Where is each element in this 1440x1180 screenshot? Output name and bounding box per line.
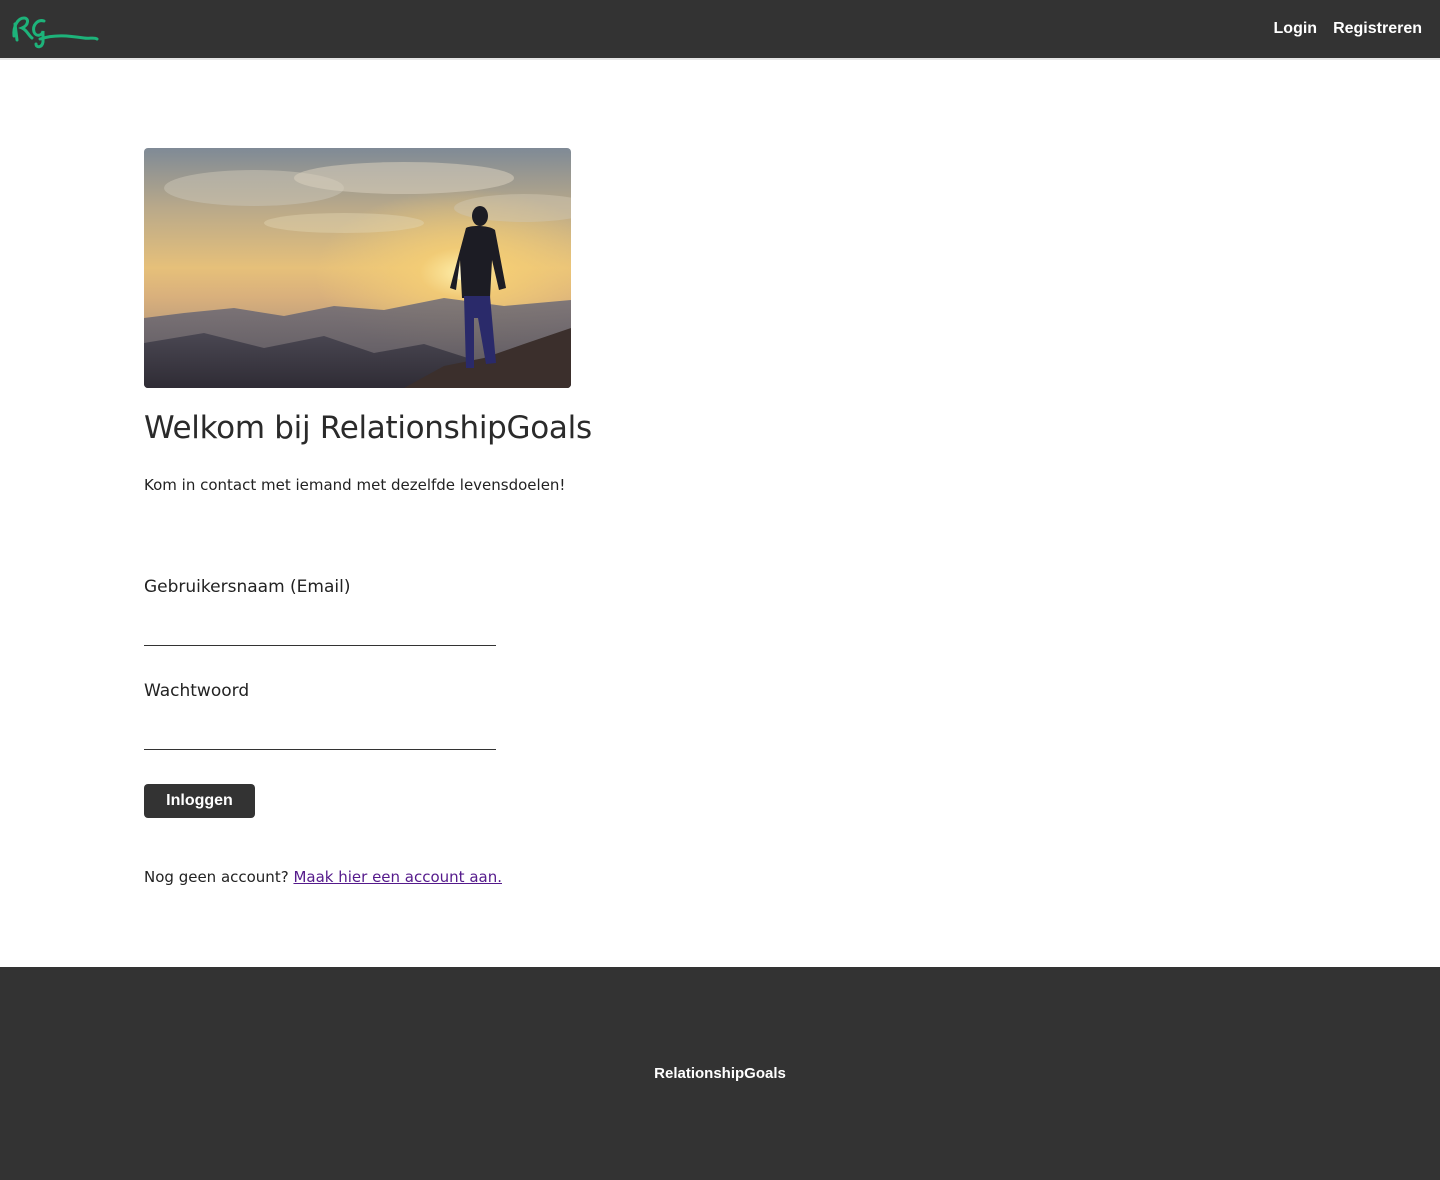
signup-prompt: Nog geen account? Maak hier een account …: [144, 868, 744, 886]
hero-image: [144, 148, 571, 388]
sunset-silhouette-illustration: [144, 148, 571, 388]
username-input[interactable]: [144, 616, 496, 646]
login-button[interactable]: Inloggen: [144, 784, 255, 818]
username-label: Gebruikersnaam (Email): [144, 577, 351, 597]
page-footer: RelationshipGoals: [0, 967, 1440, 1180]
password-input[interactable]: [144, 720, 496, 750]
page-title: Welkom bij RelationshipGoals: [144, 410, 592, 446]
relationshipgoals-logo[interactable]: [10, 12, 100, 50]
signup-prompt-text: Nog geen account?: [144, 868, 289, 886]
top-navbar: Login Registreren: [0, 0, 1440, 60]
page-subtitle: Kom in contact met iemand met dezelfde l…: [144, 476, 566, 494]
create-account-link[interactable]: Maak hier een account aan.: [293, 868, 502, 886]
password-label: Wachtwoord: [144, 681, 250, 701]
nav-login-link[interactable]: Login: [1274, 20, 1318, 38]
footer-brand: RelationshipGoals: [654, 1065, 786, 1082]
nav-links: Login Registreren: [1274, 0, 1422, 58]
logo-script-icon: [12, 16, 99, 49]
nav-register-link[interactable]: Registreren: [1333, 20, 1422, 38]
